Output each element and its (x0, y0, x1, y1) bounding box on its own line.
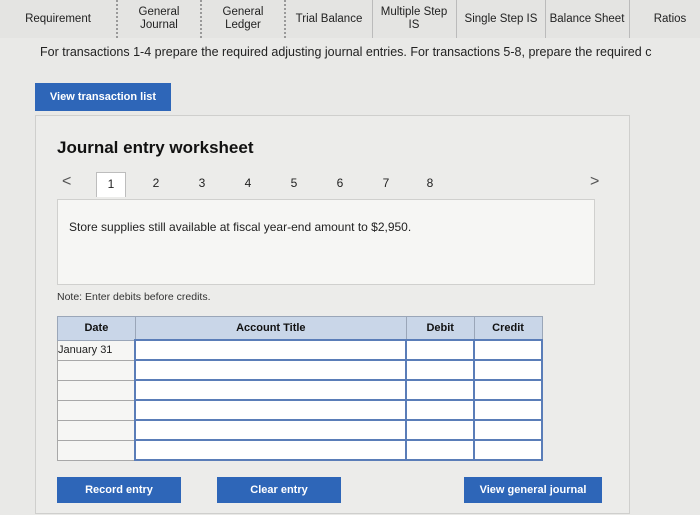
date-cell (57, 439, 136, 461)
account-title-input[interactable] (134, 439, 408, 461)
date-cell (57, 359, 136, 381)
tab-trial-balance[interactable]: Trial Balance (286, 0, 372, 38)
tab-label-line2: Journal (140, 19, 178, 31)
tab-general-ledger[interactable]: General Ledger (202, 0, 286, 38)
debit-input[interactable] (405, 419, 476, 441)
page-tab-5[interactable]: 5 (284, 172, 304, 194)
tab-label: Requirement (25, 12, 91, 25)
transaction-description: Store supplies still available at fiscal… (69, 220, 412, 234)
tab-label: Trial Balance (295, 12, 363, 25)
table-header-row: Date Account Title Debit Credit (57, 316, 543, 341)
credit-input[interactable] (473, 359, 543, 381)
tab-multiple-step-is[interactable]: Multiple Step IS (372, 0, 455, 38)
credit-input[interactable] (473, 419, 543, 441)
account-title-input[interactable] (134, 339, 408, 361)
credit-input[interactable] (473, 399, 543, 421)
prev-page-icon[interactable]: < (62, 173, 71, 191)
tab-label: General Journal (139, 6, 180, 32)
date-cell (57, 419, 136, 441)
page-tab-1[interactable]: 1 (96, 172, 126, 197)
tab-requirement[interactable]: Requirement (0, 0, 118, 38)
credit-input[interactable] (473, 439, 543, 461)
entry-note: Note: Enter debits before credits. (57, 291, 211, 303)
tab-label: Multiple Step IS (381, 6, 447, 32)
account-title-input[interactable] (134, 399, 408, 421)
debit-input[interactable] (405, 399, 476, 421)
transaction-description-box (57, 199, 595, 285)
date-column-header: Date (57, 316, 136, 341)
record-entry-button[interactable]: Record entry (57, 477, 181, 503)
page-tab-4[interactable]: 4 (238, 172, 258, 194)
worksheet-title: Journal entry worksheet (57, 138, 254, 157)
tab-balance-sheet[interactable]: Balance Sheet (545, 0, 630, 38)
credit-input[interactable] (473, 339, 543, 361)
debit-input[interactable] (405, 379, 476, 401)
view-general-journal-button[interactable]: View general journal (464, 477, 602, 503)
credit-input[interactable] (473, 379, 543, 401)
debit-input[interactable] (405, 439, 476, 461)
credit-column-header: Credit (473, 316, 543, 341)
tab-ratios[interactable]: Ratios (640, 0, 700, 38)
table-row (57, 419, 543, 441)
journal-entry-table: Date Account Title Debit Credit January … (57, 316, 543, 461)
debit-column-header: Debit (405, 316, 475, 341)
table-row (57, 379, 543, 401)
tab-bar: Requirement General Journal General Ledger… (0, 0, 700, 38)
table-row (57, 359, 543, 381)
tab-single-step-is[interactable]: Single Step IS (456, 0, 546, 38)
account-title-input[interactable] (134, 419, 408, 441)
page-tab-3[interactable]: 3 (192, 172, 212, 194)
next-page-icon[interactable]: > (590, 173, 599, 191)
account-title-input[interactable] (134, 379, 408, 401)
table-row: January 31 (57, 339, 543, 361)
page-tab-8[interactable]: 8 (420, 172, 440, 194)
tab-label-line1: Multiple Step (380, 6, 448, 18)
debit-input[interactable] (405, 339, 476, 361)
instructions-text: For transactions 1-4 prepare the require… (40, 45, 652, 59)
tab-label: Single Step IS (464, 12, 538, 25)
tab-label: Ratios (653, 12, 687, 25)
account-title-column-header: Account Title (134, 316, 407, 341)
page-tab-7[interactable]: 7 (376, 172, 396, 194)
tab-label: General Ledger (223, 6, 264, 32)
account-title-input[interactable] (134, 359, 408, 381)
date-cell (57, 399, 136, 421)
page-tab-6[interactable]: 6 (330, 172, 350, 194)
tab-label-line2: Ledger (225, 19, 261, 31)
date-cell (57, 379, 136, 401)
tab-label: Balance Sheet (549, 12, 625, 25)
view-transaction-list-button[interactable]: View transaction list (35, 83, 171, 111)
tab-general-journal[interactable]: General Journal (118, 0, 202, 38)
table-row (57, 399, 543, 421)
date-cell: January 31 (57, 339, 136, 361)
tab-label-line1: General (222, 6, 264, 18)
debit-input[interactable] (405, 359, 476, 381)
tab-label-line2: IS (408, 19, 420, 31)
page-tab-2[interactable]: 2 (146, 172, 166, 194)
tab-label-line1: General (138, 6, 180, 18)
table-row (57, 439, 543, 461)
clear-entry-button[interactable]: Clear entry (217, 477, 341, 503)
